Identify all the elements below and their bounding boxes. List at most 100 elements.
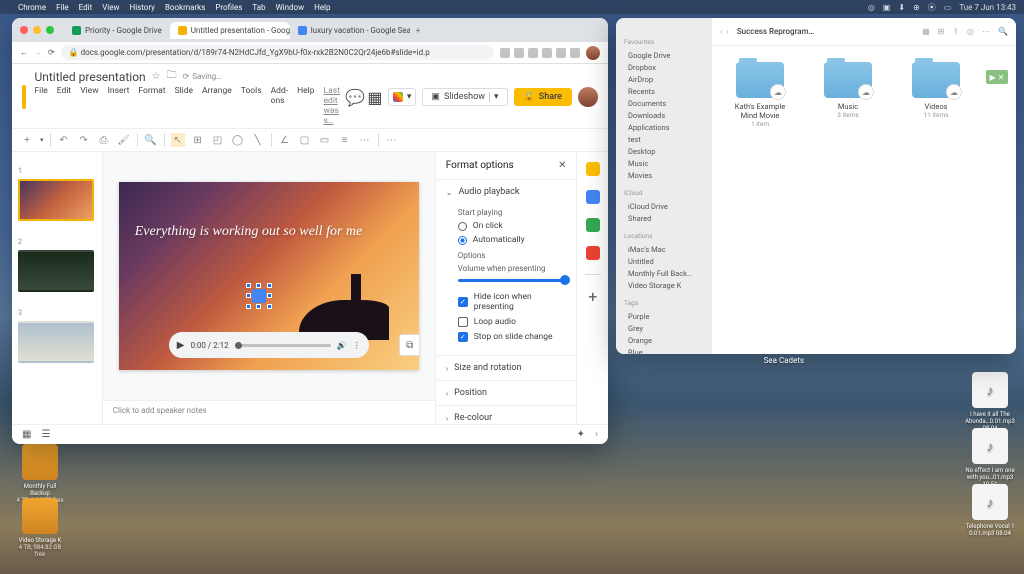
url-field[interactable]: 🔒 docs.google.com/presentation/d/189r74-… <box>61 45 494 60</box>
menu-help[interactable]: Help <box>314 3 330 12</box>
finder-group[interactable]: ⊞ <box>938 27 945 36</box>
finder-share[interactable]: ⇪ <box>952 27 959 36</box>
menu-file[interactable]: File <box>34 86 47 126</box>
sidebar-item[interactable]: Dropbox <box>624 61 704 73</box>
view-filmstrip-btn[interactable]: ☰ <box>41 429 50 440</box>
status-icon[interactable]: ◎ <box>868 3 875 12</box>
account-avatar[interactable] <box>578 87 598 107</box>
crop-tool[interactable]: ∠ <box>278 133 292 147</box>
contacts-icon[interactable] <box>586 218 600 232</box>
sidebar-item[interactable]: iCloud Drive <box>624 200 704 212</box>
status-icon[interactable]: ⬇ <box>898 3 905 12</box>
menu-help[interactable]: Help <box>297 86 314 126</box>
finder-action[interactable]: ⋯ <box>982 27 990 36</box>
doc-title[interactable]: Untitled presentation <box>34 70 145 84</box>
tab-slides[interactable]: Untitled presentation - Googl… <box>170 22 290 39</box>
finder-content[interactable]: Kath's Example Mind Movie 1 item Music 3… <box>712 46 1016 354</box>
slides-logo-icon[interactable] <box>22 85 26 109</box>
menu-window[interactable]: Window <box>276 3 305 12</box>
sidebar-item[interactable]: AirDrop <box>624 73 704 85</box>
player-menu[interactable]: ⋮ <box>353 341 361 350</box>
menu-view[interactable]: View <box>80 86 98 126</box>
menu-history[interactable]: History <box>129 3 154 12</box>
clock[interactable]: Tue 7 Jun 13:43 <box>959 3 1016 12</box>
slideshow-button[interactable]: ▣ Slideshow ▾ <box>422 88 507 106</box>
finder-forward[interactable]: › <box>726 27 728 36</box>
mask-tool[interactable]: ▢ <box>298 133 312 147</box>
textbox-tool[interactable]: ⊞ <box>191 133 205 147</box>
menu-edit[interactable]: Edit <box>57 86 71 126</box>
close-panel-btn[interactable]: ✕ <box>558 160 566 171</box>
sidebar-item[interactable]: Documents <box>624 97 704 109</box>
tab-search[interactable]: luxury vacation - Google Sea… <box>290 22 410 39</box>
add-addon-icon[interactable]: + <box>586 289 600 303</box>
radio-on-click[interactable]: On click <box>458 221 567 231</box>
sidebar-item[interactable]: Desktop <box>624 145 704 157</box>
sidebar-item[interactable]: Recents <box>624 85 704 97</box>
section-recolour[interactable]: ›Re-colour <box>436 406 577 424</box>
desktop-audio-1[interactable]: ♪ I have it all The Abunda…0.01.mp3 08.0… <box>964 372 1016 432</box>
thumbnail-1[interactable]: 1 <box>18 158 96 221</box>
move-icon[interactable]: 🗀 <box>167 68 177 85</box>
audio-object-selected[interactable] <box>249 286 269 306</box>
menu-format[interactable]: Format <box>138 86 165 126</box>
border-color[interactable]: ▭ <box>318 133 332 147</box>
window-controls[interactable] <box>20 26 54 34</box>
desktop-disk-backup[interactable]: Monthly Full Backup 4 TB, 1.83 TB free <box>14 444 66 504</box>
paint-format-btn[interactable]: 🖌 <box>117 133 131 147</box>
sidebar-item[interactable]: Orange <box>624 334 704 346</box>
section-audio-playback[interactable]: ⌄Audio playback <box>436 180 577 204</box>
share-button[interactable]: 🔒 Share <box>514 88 572 106</box>
explore-btn[interactable]: ✦ <box>577 429 585 440</box>
nav-back[interactable]: ← <box>20 48 28 57</box>
zoom-btn[interactable]: 🔍 <box>144 133 158 147</box>
desktop-disk-video[interactable]: Video Storage K 4 TB, 984.82 GB free <box>14 498 66 558</box>
desktop-audio-2[interactable]: ♪ No effect I am one with you…01.mp3 10.… <box>964 428 1016 488</box>
sidebar-item[interactable]: iMac's Mac <box>624 243 704 255</box>
finder-search[interactable]: 🔍 <box>998 27 1008 36</box>
desktop-audio-3[interactable]: ♪ Telephone Vocal 1 0.01.mp3 08.04 <box>964 484 1016 537</box>
audio-player[interactable]: ▶ 0:00 / 2:12 🔊 ⋮ <box>169 332 369 358</box>
menu-addons[interactable]: Add-ons <box>271 86 288 126</box>
menu-tab[interactable]: Tab <box>252 3 265 12</box>
expand-panel-btn[interactable]: › <box>595 429 598 440</box>
chrome-profile[interactable] <box>586 46 600 60</box>
menu-view[interactable]: View <box>102 3 119 12</box>
undo-btn[interactable]: ↶ <box>57 133 71 147</box>
menu-insert[interactable]: Insert <box>108 86 130 126</box>
player-seek[interactable] <box>235 344 331 347</box>
open-external-btn[interactable]: ⧉ <box>399 334 419 356</box>
sidebar-item[interactable]: Video Storage K <box>624 279 704 291</box>
battery-icon[interactable]: ▭ <box>944 3 952 12</box>
comments-icon[interactable]: 💬 <box>348 90 362 104</box>
menu-tools[interactable]: Tools <box>241 86 262 126</box>
section-position[interactable]: ›Position <box>436 381 577 405</box>
menu-arrange[interactable]: Arrange <box>202 86 232 126</box>
sidebar-item[interactable]: Shared <box>624 212 704 224</box>
check-hide-icon[interactable]: ✓Hide icon when presenting <box>458 292 567 312</box>
sidebar-item[interactable]: Blue <box>624 346 704 354</box>
border-dash[interactable]: ⋯ <box>358 133 372 147</box>
app-name[interactable]: Chrome <box>18 3 46 12</box>
play-button[interactable]: ▶ <box>177 340 185 351</box>
status-icon[interactable]: ▣ <box>883 3 891 12</box>
folder-videos[interactable]: Videos 11 items <box>904 62 968 119</box>
volume-icon[interactable]: 🔊 <box>337 341 347 350</box>
menu-profiles[interactable]: Profiles <box>215 3 242 12</box>
maps-icon[interactable] <box>586 246 600 260</box>
check-stop-on-change[interactable]: ✓Stop on slide change <box>458 332 567 342</box>
theme-btn[interactable]: ▾ <box>388 88 417 106</box>
shape-tool[interactable]: ◯ <box>231 133 245 147</box>
menu-edit[interactable]: Edit <box>79 3 93 12</box>
image-tool[interactable]: ◰ <box>211 133 225 147</box>
sidebar-item[interactable]: test <box>624 133 704 145</box>
line-tool[interactable]: ╲ <box>251 133 265 147</box>
status-icon[interactable]: ⊕ <box>913 3 920 12</box>
redo-btn[interactable]: ↷ <box>77 133 91 147</box>
tab-drive[interactable]: Priority - Google Drive <box>64 22 170 39</box>
slide-canvas[interactable]: Everything is working out so well for me… <box>119 182 419 370</box>
wifi-icon[interactable]: ⦿ <box>928 2 936 13</box>
sidebar-item[interactable]: Grey <box>624 322 704 334</box>
folder-mind-movie[interactable]: Kath's Example Mind Movie 1 item <box>728 62 792 128</box>
finder-view-icons[interactable]: ▦ <box>922 27 930 36</box>
